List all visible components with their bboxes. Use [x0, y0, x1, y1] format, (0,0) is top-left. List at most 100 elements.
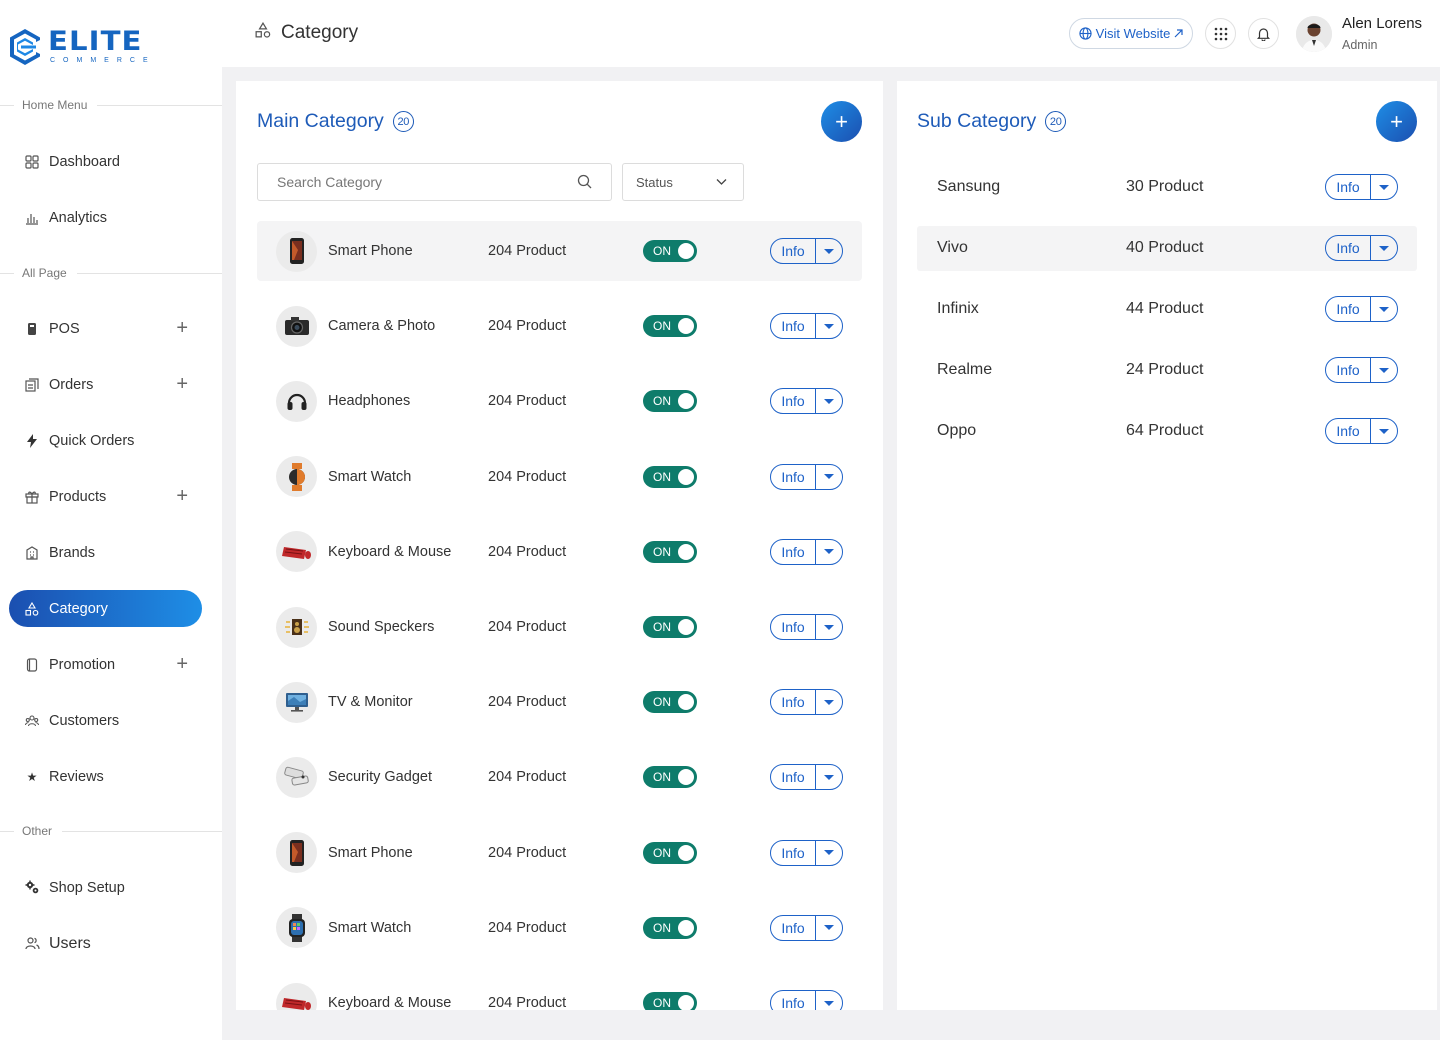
- notifications-button[interactable]: [1248, 18, 1279, 49]
- info-split-button[interactable]: Info: [1325, 357, 1398, 383]
- sidebar-item-dashboard[interactable]: Dashboard: [9, 143, 202, 180]
- status-toggle[interactable]: ON: [643, 540, 697, 563]
- sidebar-item-quick-orders[interactable]: Quick Orders: [9, 422, 202, 459]
- visit-website-button[interactable]: Visit Website: [1069, 18, 1193, 49]
- expand-plus-icon[interactable]: +: [176, 317, 188, 340]
- info-button[interactable]: Info: [771, 915, 816, 940]
- caret-down-icon[interactable]: [816, 323, 842, 329]
- category-row[interactable]: Sound Speckers 204 Product ON Info: [257, 597, 862, 657]
- info-button[interactable]: Info: [771, 539, 816, 564]
- info-split-button[interactable]: Info: [1325, 296, 1398, 322]
- info-button[interactable]: Info: [771, 314, 816, 339]
- info-button[interactable]: Info: [771, 464, 816, 489]
- sub-category-row[interactable]: Sansung 30 Product Info: [917, 165, 1417, 210]
- category-row[interactable]: Smart Watch 204 Product ON Info: [257, 447, 862, 507]
- add-sub-category-button[interactable]: +: [1376, 101, 1417, 142]
- sidebar-item-brands[interactable]: Brands: [9, 534, 202, 571]
- caret-down-icon[interactable]: [816, 850, 842, 856]
- info-button[interactable]: Info: [771, 389, 816, 414]
- info-split-button[interactable]: Info: [770, 238, 843, 264]
- caret-down-icon[interactable]: [1371, 367, 1397, 373]
- caret-down-icon[interactable]: [816, 925, 842, 931]
- caret-down-icon[interactable]: [816, 474, 842, 480]
- info-button[interactable]: Info: [1326, 297, 1371, 321]
- search-category-input[interactable]: Search Category: [257, 163, 612, 201]
- category-row[interactable]: Keyboard & Mouse 204 Product ON Info: [257, 522, 862, 582]
- add-main-category-button[interactable]: +: [821, 101, 862, 142]
- caret-down-icon[interactable]: [816, 549, 842, 555]
- sidebar-item-users[interactable]: Users: [9, 925, 202, 962]
- status-toggle[interactable]: ON: [643, 916, 697, 939]
- status-toggle[interactable]: ON: [643, 315, 697, 338]
- brand-logo[interactable]: ELITE COMMERCE: [8, 28, 156, 66]
- sidebar-item-pos[interactable]: POS +: [9, 310, 202, 347]
- info-button[interactable]: Info: [771, 765, 816, 790]
- info-button[interactable]: Info: [771, 615, 816, 639]
- status-toggle[interactable]: ON: [643, 616, 697, 638]
- caret-down-icon[interactable]: [1371, 428, 1397, 434]
- sidebar-item-promotion[interactable]: Promotion +: [9, 646, 202, 683]
- sidebar-item-customers[interactable]: Customers: [9, 702, 202, 739]
- sidebar-item-reviews[interactable]: ★ Reviews: [9, 758, 202, 795]
- category-row[interactable]: TV & Monitor 204 Product ON Info: [257, 672, 862, 732]
- info-button[interactable]: Info: [771, 991, 816, 1010]
- status-toggle[interactable]: ON: [643, 691, 697, 714]
- caret-down-icon[interactable]: [816, 248, 842, 254]
- apps-grid-button[interactable]: [1205, 18, 1236, 49]
- info-split-button[interactable]: Info: [770, 313, 843, 340]
- sidebar-item-shop-setup[interactable]: Shop Setup: [9, 869, 202, 906]
- sidebar-item-products[interactable]: Products +: [9, 478, 202, 515]
- info-split-button[interactable]: Info: [770, 764, 843, 791]
- sub-category-row[interactable]: Vivo 40 Product Info: [917, 226, 1417, 271]
- info-button[interactable]: Info: [1326, 419, 1371, 443]
- info-split-button[interactable]: Info: [770, 463, 843, 490]
- caret-down-icon[interactable]: [1371, 184, 1397, 190]
- info-button[interactable]: Info: [1326, 175, 1371, 199]
- search-icon[interactable]: [577, 174, 592, 189]
- category-row[interactable]: Headphones 204 Product ON Info: [257, 371, 862, 431]
- category-row[interactable]: Smart Phone 204 Product ON Info: [257, 823, 862, 883]
- caret-down-icon[interactable]: [816, 1000, 842, 1006]
- status-toggle[interactable]: ON: [643, 841, 697, 864]
- sidebar-item-orders[interactable]: Orders +: [9, 366, 202, 403]
- info-button[interactable]: Info: [771, 690, 816, 715]
- status-toggle[interactable]: ON: [643, 766, 697, 789]
- info-split-button[interactable]: Info: [770, 689, 843, 716]
- sidebar-item-analytics[interactable]: Analytics: [9, 199, 202, 236]
- info-button[interactable]: Info: [1326, 358, 1371, 382]
- category-row[interactable]: Keyboard & Mouse 204 Product ON Info: [257, 973, 862, 1010]
- caret-down-icon[interactable]: [816, 624, 842, 630]
- caret-down-icon[interactable]: [816, 774, 842, 780]
- caret-down-icon[interactable]: [1371, 245, 1397, 251]
- info-split-button[interactable]: Info: [770, 538, 843, 565]
- info-split-button[interactable]: Info: [770, 614, 843, 640]
- expand-plus-icon[interactable]: +: [176, 653, 188, 676]
- sub-category-row[interactable]: Oppo 64 Product Info: [917, 409, 1417, 454]
- sub-category-row[interactable]: Realme 24 Product Info: [917, 348, 1417, 393]
- info-split-button[interactable]: Info: [770, 914, 843, 941]
- status-toggle[interactable]: ON: [643, 240, 697, 262]
- avatar[interactable]: [1296, 16, 1332, 52]
- status-toggle[interactable]: ON: [643, 992, 697, 1010]
- caret-down-icon[interactable]: [816, 398, 842, 404]
- status-toggle[interactable]: ON: [643, 465, 697, 488]
- info-split-button[interactable]: Info: [1325, 174, 1398, 200]
- info-split-button[interactable]: Info: [770, 388, 843, 415]
- caret-down-icon[interactable]: [1371, 306, 1397, 312]
- sidebar-item-category[interactable]: Category: [9, 590, 202, 627]
- category-row[interactable]: Smart Phone 204 Product ON Info: [257, 221, 862, 281]
- info-split-button[interactable]: Info: [770, 990, 843, 1010]
- info-button[interactable]: Info: [771, 840, 816, 865]
- expand-plus-icon[interactable]: +: [176, 485, 188, 508]
- info-button[interactable]: Info: [1326, 236, 1371, 260]
- info-split-button[interactable]: Info: [1325, 235, 1398, 261]
- category-row[interactable]: Security Gadget 204 Product ON Info: [257, 747, 862, 807]
- sub-category-row[interactable]: Infinix 44 Product Info: [917, 287, 1417, 332]
- category-row[interactable]: Camera & Photo 204 Product ON Info: [257, 296, 862, 356]
- info-split-button[interactable]: Info: [770, 839, 843, 866]
- status-toggle[interactable]: ON: [643, 390, 697, 413]
- info-button[interactable]: Info: [771, 239, 816, 263]
- status-select[interactable]: Status: [622, 163, 744, 201]
- info-split-button[interactable]: Info: [1325, 418, 1398, 444]
- category-row[interactable]: Smart Watch 204 Product ON Info: [257, 898, 862, 958]
